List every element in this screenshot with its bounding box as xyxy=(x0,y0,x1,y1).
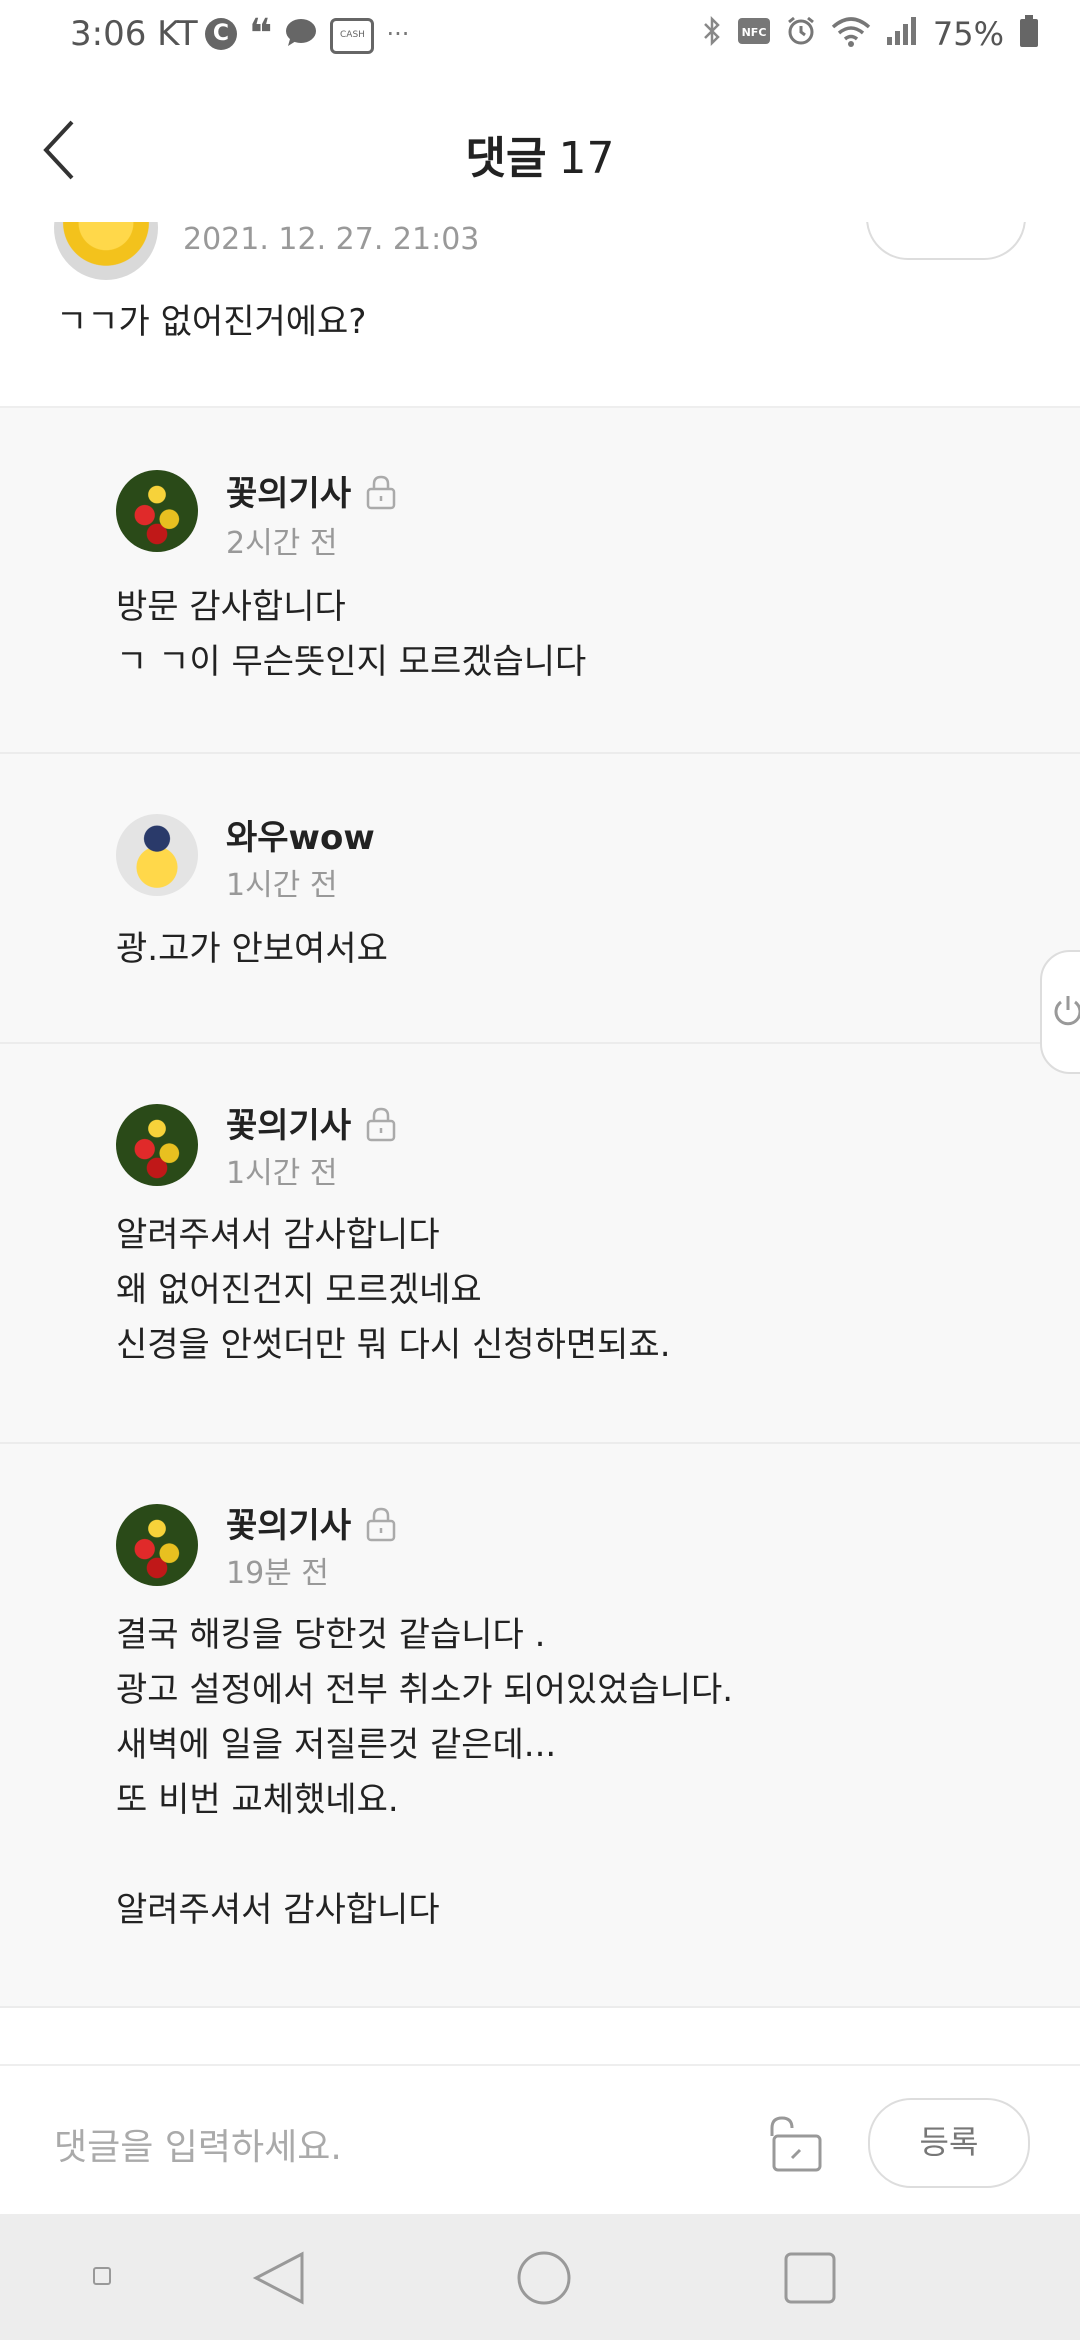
more-notifications-icon: ··· xyxy=(386,20,410,48)
reply-item: 와우wow 1시간 전 광.고가 안보여서요 xyxy=(0,754,1080,1044)
reply-author: 꽃의기사 xyxy=(226,466,396,515)
reply-item: 꽃의기사 1시간 전 알려주셔서 감사합니다 왜 없어진건지 모르겠네요 신경을… xyxy=(0,1044,1080,1444)
reply-body: 광.고가 안보여서요 xyxy=(116,929,388,969)
reply-author: 꽃의기사 xyxy=(226,1498,396,1547)
lock-icon xyxy=(365,1106,396,1141)
comment-count: 17 xyxy=(558,133,615,184)
comment-body: ㄱㄱ가 없어진거에요? xyxy=(56,302,367,342)
app-header: 댓글 17 xyxy=(0,78,1080,224)
author-nickname: 꽃의기사 xyxy=(226,1506,352,1546)
avatar xyxy=(116,1504,198,1586)
comment-item: 2021. 12. 27. 21:03 ㄱㄱ가 없어진거에요? xyxy=(0,222,1080,408)
reply-time: 19분 전 xyxy=(226,1556,329,1591)
status-notification-icons: C ❝ CASH ··· xyxy=(205,14,409,54)
status-clock: 3:06 xyxy=(70,14,147,54)
power-icon xyxy=(1054,996,1080,1026)
author-nickname: 와우wow xyxy=(226,818,375,858)
avatar xyxy=(116,470,198,552)
reply-author: 와우wow xyxy=(226,810,375,859)
comment-input-bar: 댓글을 입력하세요. 등록 xyxy=(0,2064,1080,2216)
reply-time: 1시간 전 xyxy=(226,1156,338,1191)
status-system-icons: NFC 75% xyxy=(701,14,1040,53)
reply-body: 알려주셔서 감사합니다 왜 없어진건지 모르겠네요 신경을 안썻더만 뭐 다시 … xyxy=(116,1215,671,1365)
reply-item: 꽃의기사 19분 전 결국 해킹을 당한것 같습니다 . 광고 설정에서 전부 … xyxy=(0,1444,1080,2008)
battery-percent: 75% xyxy=(932,14,1004,53)
nav-home-button[interactable] xyxy=(514,2248,574,2312)
quote-icon: ❝ xyxy=(249,11,273,57)
chat-bubble-icon xyxy=(284,17,318,52)
page-title: 댓글 17 xyxy=(0,122,1080,186)
nav-recents-button[interactable] xyxy=(780,2248,840,2312)
secret-toggle-button[interactable] xyxy=(764,2112,830,2178)
reply-time: 1시간 전 xyxy=(226,868,338,903)
author-nickname: 꽃의기사 xyxy=(226,1106,352,1146)
status-time: 3:06 KT xyxy=(70,14,198,54)
author-nickname: 꽃의기사 xyxy=(226,474,352,514)
square-recents-icon xyxy=(784,2252,836,2304)
svg-text:NFC: NFC xyxy=(741,26,766,39)
reply-button[interactable] xyxy=(866,222,1026,260)
battery-icon xyxy=(1018,14,1040,53)
lock-icon xyxy=(365,1506,396,1541)
reply-body: 방문 감사합니다 ㄱ ㄱ이 무슨뜻인지 모르겠습니다 xyxy=(116,587,587,682)
reply-body: 결국 해킹을 당한것 같습니다 . 광고 설정에서 전부 취소가 되어있었습니다… xyxy=(116,1615,734,1930)
bluetooth-icon xyxy=(701,15,723,52)
nav-back-button[interactable] xyxy=(250,2248,310,2312)
reply-time: 2시간 전 xyxy=(226,526,338,561)
title-label: 댓글 xyxy=(465,133,547,184)
avatar xyxy=(54,222,158,280)
unlock-icon xyxy=(770,2116,822,2172)
comment-input[interactable]: 댓글을 입력하세요. xyxy=(54,2118,342,2170)
avatar xyxy=(116,814,198,896)
status-bar: 3:06 KT C ❝ CASH ··· NFC 75% xyxy=(0,0,1080,78)
wifi-icon xyxy=(831,15,871,52)
reply-author: 꽃의기사 xyxy=(226,1098,396,1147)
status-carrier: KT xyxy=(157,14,198,54)
signal-icon xyxy=(885,15,919,52)
square-small-icon xyxy=(93,2267,111,2285)
reply-item: 꽃의기사 2시간 전 방문 감사합니다 ㄱ ㄱ이 무슨뜻인지 모르겠습니다 xyxy=(0,408,1080,754)
cash-tv-icon: CASH xyxy=(330,18,375,54)
nav-menu-button[interactable] xyxy=(92,2266,112,2290)
submit-button[interactable]: 등록 xyxy=(868,2098,1030,2188)
system-nav-bar xyxy=(0,2214,1080,2340)
lock-icon xyxy=(365,474,396,509)
alarm-icon xyxy=(785,15,817,52)
c-app-icon: C xyxy=(205,18,237,50)
circle-home-icon xyxy=(517,2251,571,2305)
nfc-icon: NFC xyxy=(737,17,771,50)
avatar xyxy=(116,1104,198,1186)
triangle-back-icon xyxy=(252,2251,304,2305)
side-power-tab[interactable] xyxy=(1040,950,1080,1074)
comment-date: 2021. 12. 27. 21:03 xyxy=(183,222,480,257)
